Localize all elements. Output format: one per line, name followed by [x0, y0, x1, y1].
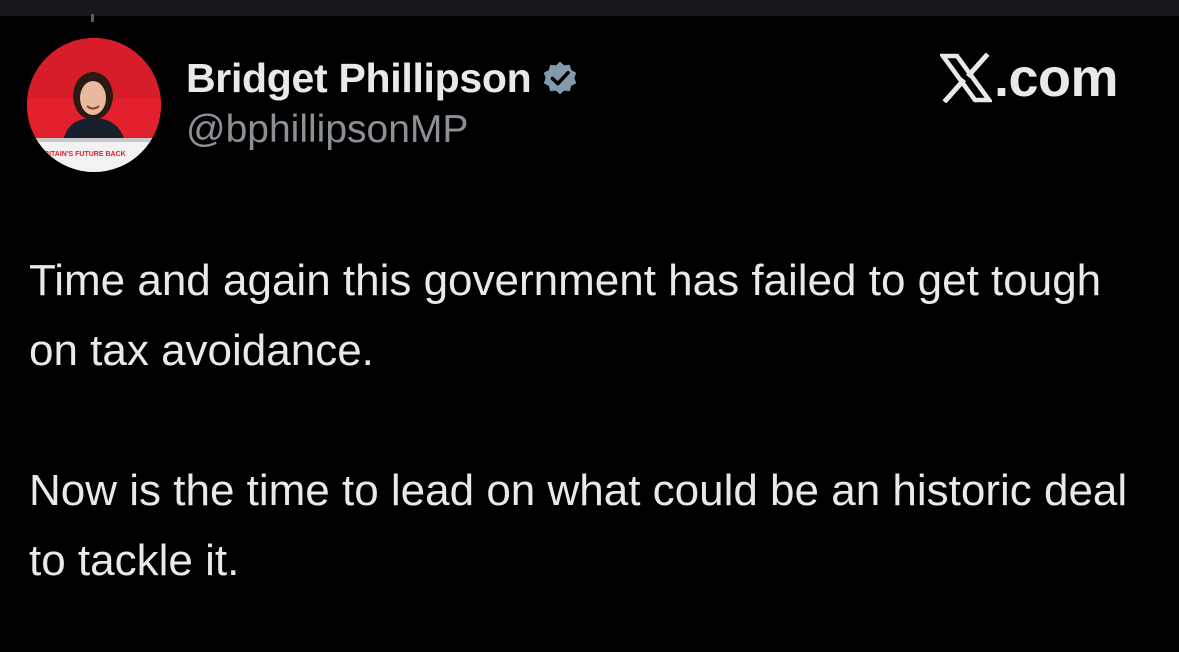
brand-watermark: .com	[938, 48, 1119, 108]
avatar-banner-text: BRITAIN'S FUTURE BACK	[39, 151, 126, 158]
author-name-row: Bridget Phillipson	[186, 52, 580, 104]
tweet-screenshot: BRITAIN'S FUTURE BACK Bridget Phillipson…	[0, 0, 1179, 652]
x-logo-icon	[938, 52, 994, 104]
author-display-name[interactable]: Bridget Phillipson	[186, 55, 532, 102]
author-handle[interactable]: @bphillipsonMP	[186, 108, 468, 152]
top-bar	[0, 0, 1179, 16]
thread-line	[91, 14, 94, 22]
tweet-body: Time and again this government has faile…	[29, 246, 1149, 596]
tweet-paragraph: Time and again this government has faile…	[29, 256, 1102, 375]
verified-badge-icon	[540, 58, 580, 98]
tweet-paragraph: Now is the time to lead on what could be…	[29, 466, 1128, 585]
brand-text: .com	[994, 48, 1119, 108]
profile-photo: BRITAIN'S FUTURE BACK	[27, 38, 161, 172]
avatar[interactable]: BRITAIN'S FUTURE BACK	[27, 38, 161, 172]
